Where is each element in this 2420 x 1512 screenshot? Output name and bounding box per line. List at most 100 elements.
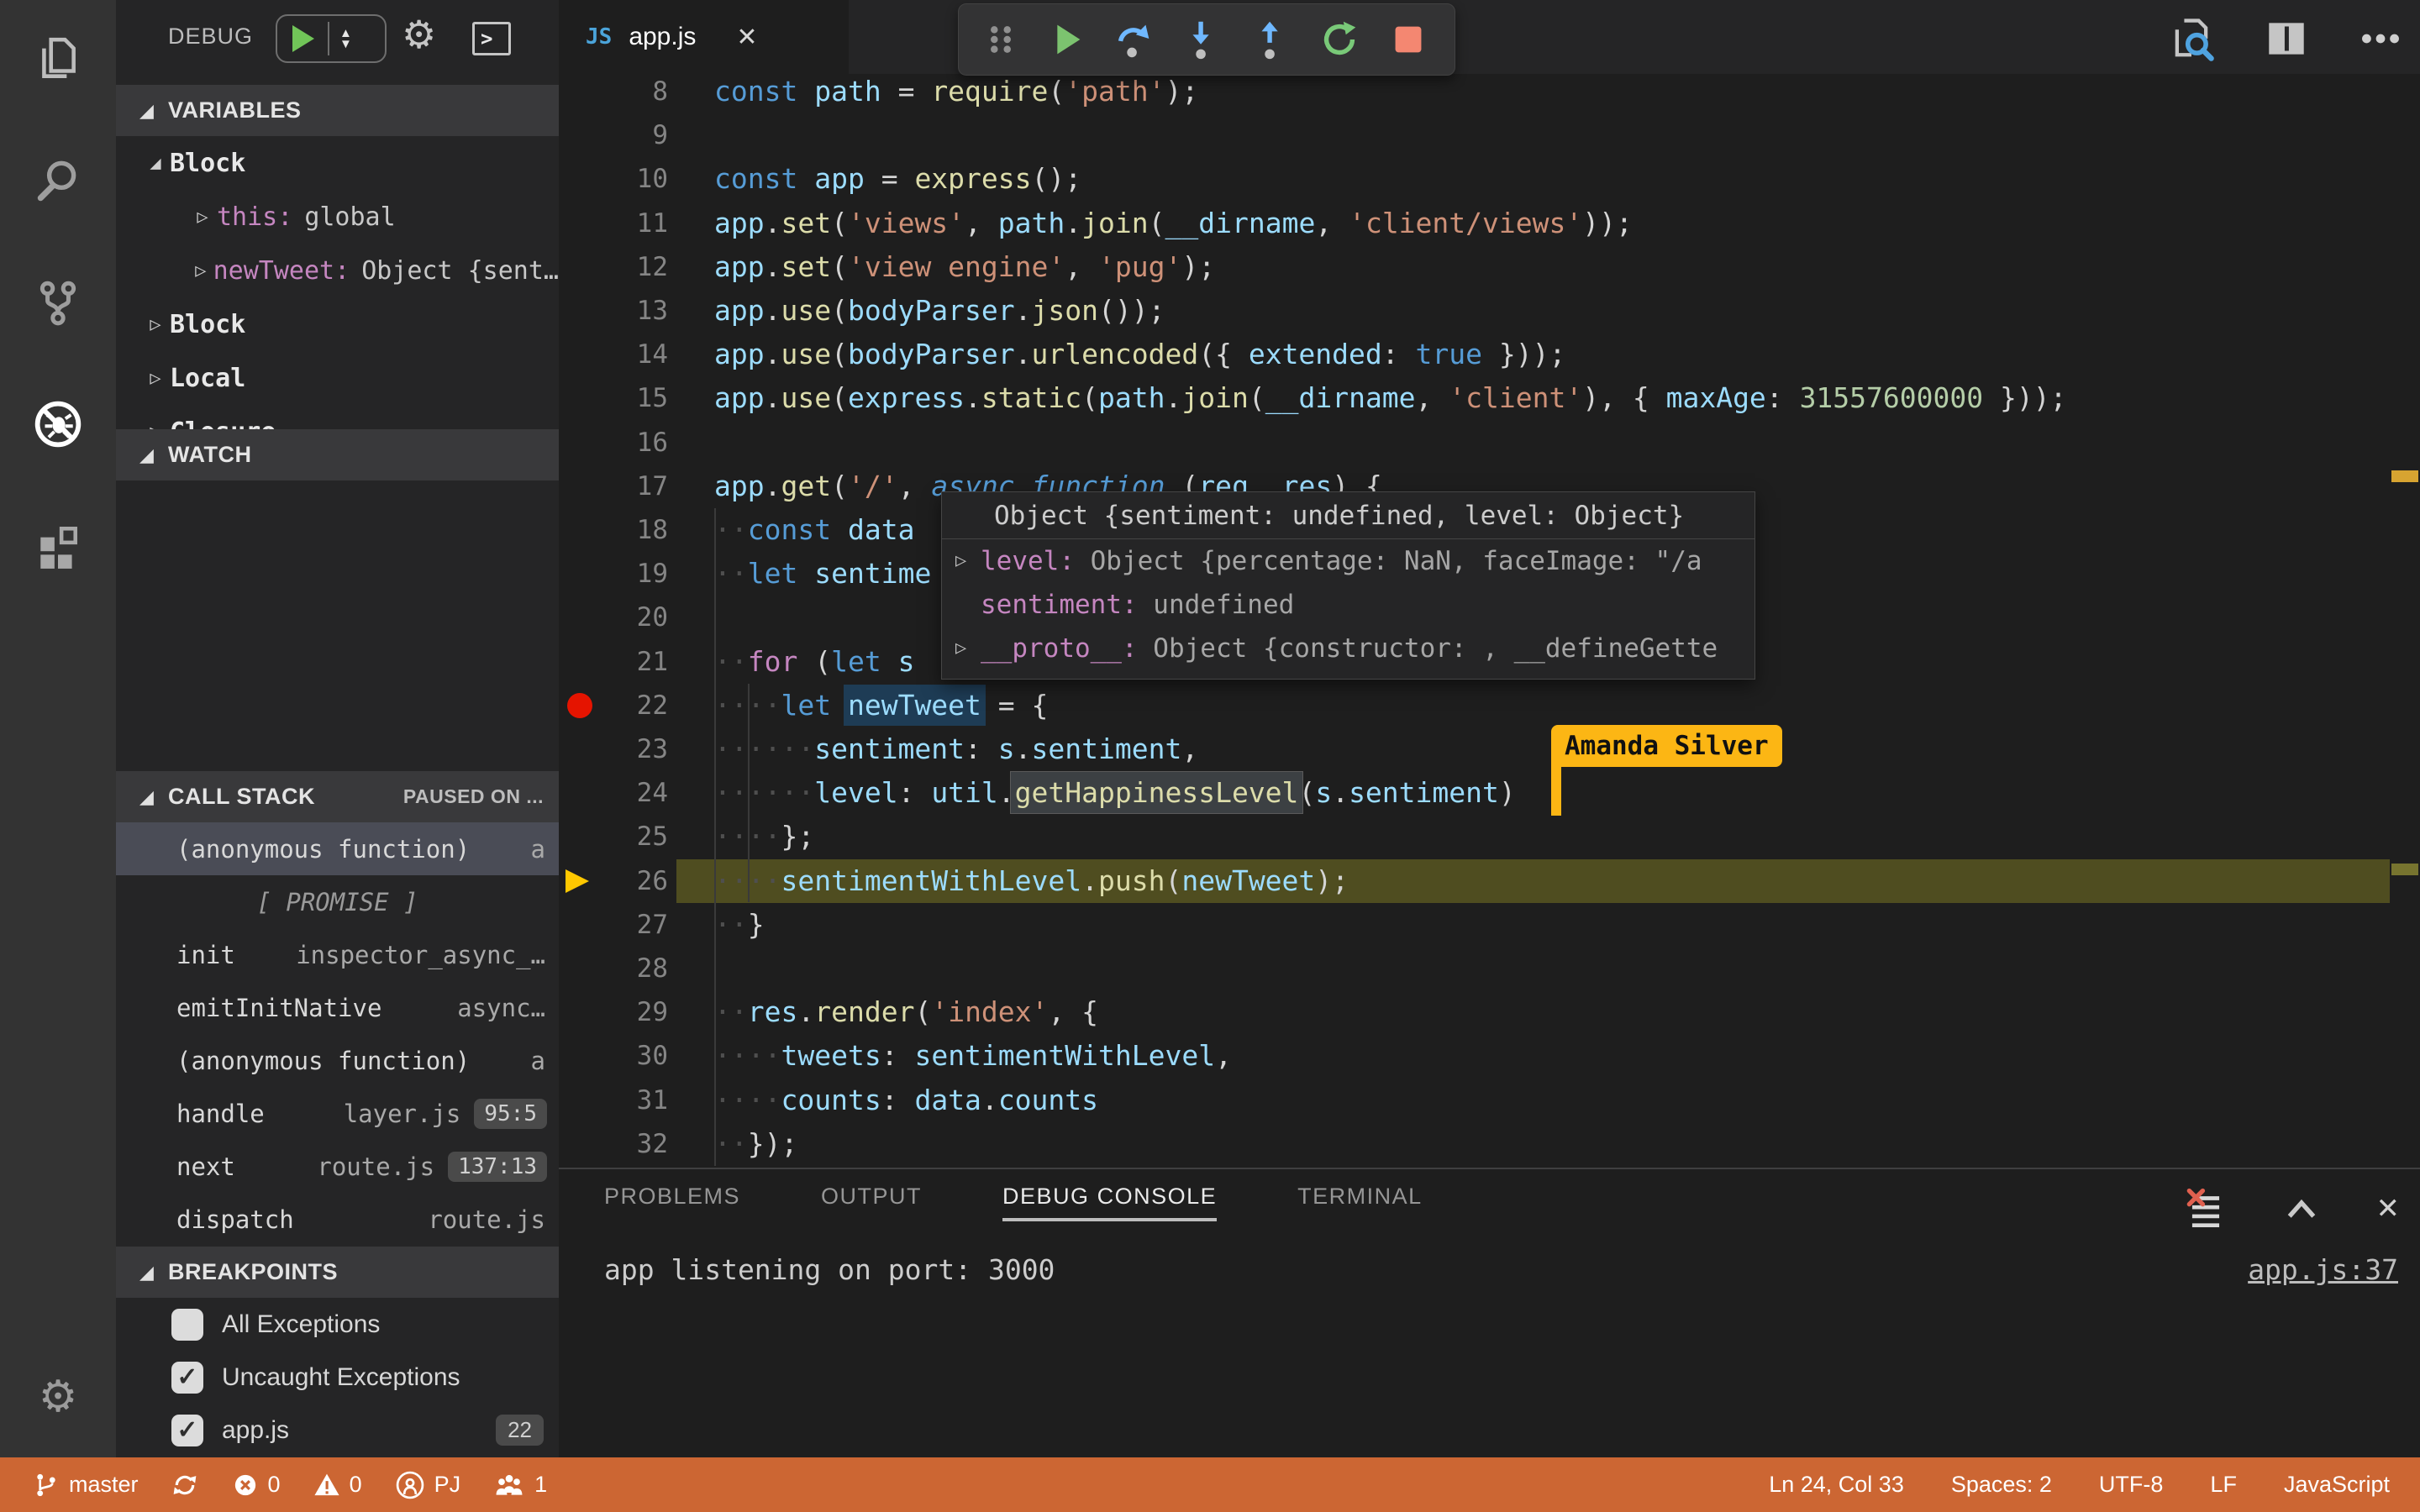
debug-hover-tooltip: Object {sentiment: undefined, level: Obj…: [941, 491, 1755, 680]
explorer-icon[interactable]: [0, 13, 116, 105]
stop-button[interactable]: [1386, 17, 1431, 62]
toolbar-drag-grip[interactable]: [982, 17, 1019, 62]
debug-start-button[interactable]: ▲ ▼: [276, 14, 387, 63]
status-item-ln-24-col-33[interactable]: Ln 24, Col 33: [1769, 1472, 1904, 1498]
open-console-icon[interactable]: >: [472, 22, 511, 55]
status-item-0[interactable]: 0: [231, 1471, 281, 1499]
code-text[interactable]: const path = require('path');: [714, 70, 1198, 113]
code-text[interactable]: ··const data: [714, 508, 914, 552]
code-text[interactable]: ····tweets: sentimentWithLevel,: [714, 1034, 1232, 1078]
line-number: 15: [636, 383, 668, 414]
maximize-panel-icon[interactable]: [2281, 1188, 2323, 1230]
panel-tab-debug-console[interactable]: DEBUG CONSOLE: [1002, 1184, 1218, 1221]
clear-console-icon[interactable]: [2185, 1188, 2227, 1230]
breakpoints-section-header[interactable]: ◢ BREAKPOINTS: [116, 1247, 559, 1298]
variables-scope-row[interactable]: ◢ Block: [116, 136, 559, 190]
code-text[interactable]: ····sentimentWithLevel.push(newTweet);: [714, 859, 1349, 903]
code-text[interactable]: app.use(bodyParser.urlencoded({ extended…: [714, 333, 1565, 376]
code-text[interactable]: ····counts: data.counts: [714, 1079, 1098, 1122]
status-item-master[interactable]: master: [32, 1471, 139, 1499]
code-text[interactable]: ··});: [714, 1122, 797, 1166]
line-number: 9: [652, 120, 668, 151]
line-number: 14: [636, 339, 668, 370]
variable-row[interactable]: ▷ newTweet: Object {sent…: [116, 244, 559, 297]
property-name: sentiment:: [981, 590, 1138, 620]
extensions-icon[interactable]: [0, 500, 116, 592]
property-value: undefined: [1137, 590, 1295, 620]
status-item-utf-8[interactable]: UTF-8: [2099, 1472, 2164, 1498]
variables-section-header[interactable]: ◢ VARIABLES: [116, 85, 559, 136]
status-item-lf[interactable]: LF: [2210, 1472, 2237, 1498]
variables-scope-row[interactable]: ▷Closure: [116, 405, 559, 430]
status-item-0[interactable]: 0: [313, 1471, 362, 1499]
callstack-section-header[interactable]: ◢ CALL STACK PAUSED ON ...: [116, 771, 559, 822]
checkbox-checked[interactable]: ✓: [171, 1361, 203, 1394]
continue-button[interactable]: [1043, 17, 1088, 62]
code-text[interactable]: ··for (let s: [714, 640, 914, 684]
code-text[interactable]: ······sentiment: s.sentiment,: [714, 727, 1198, 771]
panel-tab-terminal[interactable]: TERMINAL: [1297, 1184, 1423, 1221]
checkbox-checked[interactable]: ✓: [171, 1414, 203, 1446]
source-control-icon[interactable]: [0, 256, 116, 349]
code-text[interactable]: app.set('views', path.join(__dirname, 'c…: [714, 202, 1633, 245]
frame-name: init: [176, 940, 235, 969]
checkbox-unchecked[interactable]: [171, 1308, 203, 1341]
breakpoint-row[interactable]: ✓ Uncaught Exceptions: [116, 1351, 559, 1404]
close-panel-icon[interactable]: ✕: [2376, 1192, 2401, 1226]
activity-bar: ⚙: [0, 0, 116, 1512]
callstack-frame[interactable]: (anonymous function) a: [116, 822, 559, 875]
search-editor-icon[interactable]: [2166, 13, 2217, 64]
variables-scope-row[interactable]: ▷ Block: [116, 297, 559, 351]
callstack-frame[interactable]: next route.js 137:13: [116, 1140, 559, 1193]
tooltip-property-row[interactable]: ▷ __proto__: Object {constructor: , __def…: [942, 627, 1754, 670]
step-out-button[interactable]: [1249, 17, 1294, 62]
tab-close-icon[interactable]: ✕: [736, 23, 757, 52]
search-icon[interactable]: [0, 134, 116, 227]
status-item-sync-icon[interactable]: [171, 1471, 199, 1499]
code-text[interactable]: ··res.render('index', {: [714, 990, 1098, 1034]
breakpoint-dot[interactable]: [567, 692, 592, 718]
twisty-icon: ▷: [195, 260, 207, 281]
code-text[interactable]: const app = express();: [714, 157, 1081, 201]
code-text[interactable]: ··let sentime: [714, 552, 931, 596]
more-actions-icon[interactable]: [2356, 14, 2405, 63]
code-text[interactable]: ····let newTweet = {: [714, 684, 1048, 727]
step-into-button[interactable]: [1180, 17, 1225, 62]
code-text[interactable]: app.use(bodyParser.json());: [714, 289, 1165, 333]
callstack-frame[interactable]: init inspector_async_…: [116, 928, 559, 981]
status-item-javascript[interactable]: JavaScript: [2284, 1472, 2390, 1498]
status-item-1[interactable]: 1: [492, 1470, 547, 1500]
callstack-frame[interactable]: emitInitNative async…: [116, 981, 559, 1034]
callstack-frame[interactable]: [ PROMISE ]: [116, 875, 559, 928]
breakpoint-row[interactable]: ✓ app.js 22: [116, 1404, 559, 1457]
status-item-spaces-2[interactable]: Spaces: 2: [1951, 1472, 2052, 1498]
step-over-button[interactable]: [1111, 17, 1156, 62]
code-text[interactable]: ··}: [714, 903, 765, 947]
callstack-frame[interactable]: handle layer.js 95:5: [116, 1087, 559, 1140]
status-item-pj[interactable]: PJ: [394, 1469, 460, 1501]
configure-gear-icon[interactable]: ⚙: [402, 12, 436, 57]
tooltip-property-row[interactable]: ▷ level: Object {percentage: NaN, faceIma…: [942, 539, 1754, 583]
breakpoint-row[interactable]: All Exceptions: [116, 1298, 559, 1351]
code-text[interactable]: ······level: util.getHappinessLevel(s.se…: [714, 771, 1516, 815]
code-text[interactable]: app.use(express.static(path.join(__dirna…: [714, 376, 2066, 420]
panel-tab-output[interactable]: OUTPUT: [821, 1184, 922, 1221]
code-text[interactable]: ····};: [714, 815, 814, 858]
panel-tab-problems[interactable]: PROBLEMS: [604, 1184, 740, 1221]
tooltip-property-row[interactable]: sentiment: undefined: [942, 583, 1754, 627]
restart-button[interactable]: [1317, 17, 1362, 62]
twisty-icon: [955, 583, 981, 627]
tab-app-js[interactable]: JS app.js ✕: [559, 0, 849, 74]
watch-section-header[interactable]: ◢ WATCH: [116, 429, 559, 480]
settings-gear-icon[interactable]: ⚙: [0, 1359, 116, 1435]
console-source-link[interactable]: app.js:37: [2248, 1253, 2398, 1286]
split-editor-icon[interactable]: [2262, 14, 2311, 63]
code-line: 31 ····counts: data.counts: [559, 1079, 2420, 1122]
variable-row[interactable]: ▷ this: global: [116, 190, 559, 244]
variables-scope-row[interactable]: ▷ Local: [116, 351, 559, 405]
callstack-frame[interactable]: (anonymous function) a: [116, 1034, 559, 1087]
launch-config-selector[interactable]: ▲ ▼: [339, 27, 352, 50]
debug-icon[interactable]: [0, 378, 116, 470]
code-text[interactable]: app.set('view engine', 'pug');: [714, 245, 1215, 289]
callstack-frame[interactable]: dispatch route.js: [116, 1193, 559, 1246]
